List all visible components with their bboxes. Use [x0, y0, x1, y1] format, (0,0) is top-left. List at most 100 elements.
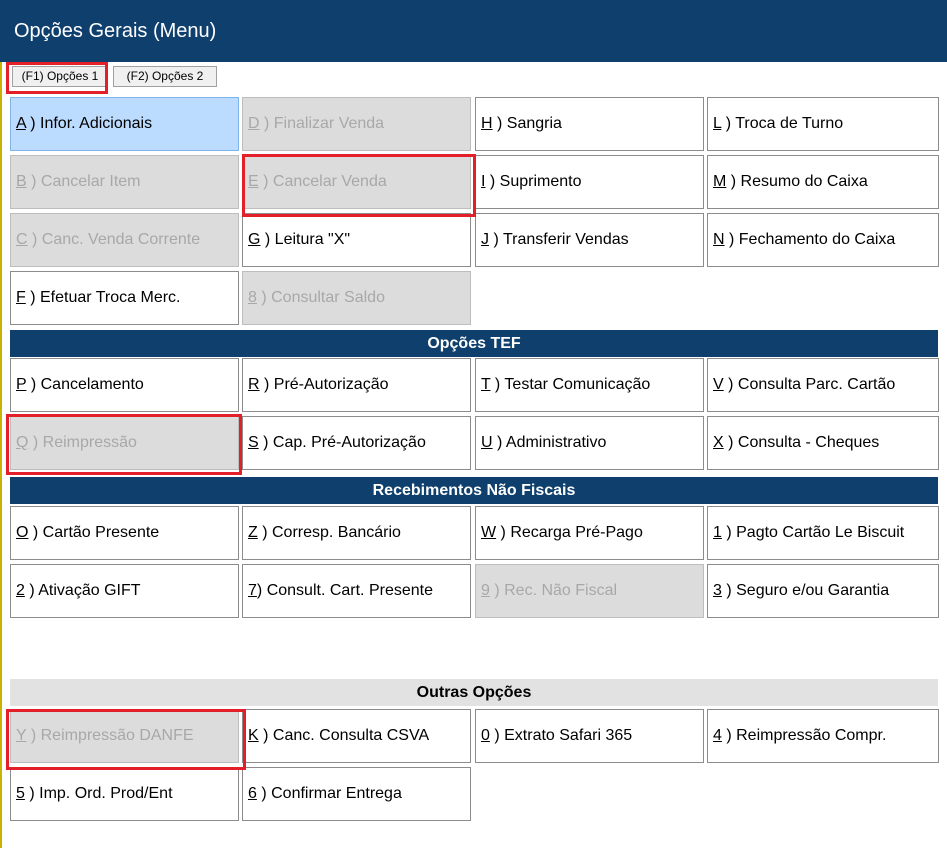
- menu-button-testar-comunicacao[interactable]: T ) Testar Comunicação: [475, 358, 704, 412]
- hotkey-label: 3: [713, 582, 722, 599]
- button-label: Imp. Ord. Prod/Ent: [39, 785, 173, 802]
- menu-button-consulta-cheques[interactable]: X ) Consulta - Cheques: [707, 416, 939, 470]
- menu-button-consultar-saldo[interactable]: 8 ) Consultar Saldo: [242, 271, 471, 325]
- hotkey-separator: ): [496, 524, 511, 541]
- button-label: Fechamento do Caixa: [738, 231, 896, 248]
- menu-button-extrato-safari-365[interactable]: 0 ) Extrato Safari 365: [475, 709, 704, 763]
- button-label: Consult. Cart. Presente: [266, 582, 433, 599]
- left-edge-strip: [0, 62, 2, 848]
- hotkey-separator: ): [26, 376, 41, 393]
- menu-button-pre-autorizacao[interactable]: R ) Pré-Autorização: [242, 358, 471, 412]
- button-label: Rec. Não Fiscal: [504, 582, 618, 599]
- menu-button-sangria[interactable]: H ) Sangria: [475, 97, 704, 151]
- hotkey-label: S: [248, 434, 259, 451]
- hotkey-label: C: [16, 231, 28, 248]
- hotkey-separator: ): [257, 524, 272, 541]
- hotkey-separator: ): [25, 115, 41, 132]
- tab-options-1[interactable]: (F1) Opções 1: [12, 66, 108, 87]
- hotkey-label: X: [713, 434, 724, 451]
- menu-button-finalizar-venda[interactable]: D ) Finalizar Venda: [242, 97, 471, 151]
- hotkey-label: 4: [713, 727, 722, 744]
- hotkey-separator: ): [258, 173, 273, 190]
- button-label: Cancelar Venda: [272, 173, 387, 190]
- menu-button-transferir-vendas[interactable]: J ) Transferir Vendas: [475, 213, 704, 267]
- hotkey-label: 5: [16, 785, 25, 802]
- button-label: Finalizar Venda: [273, 115, 385, 132]
- button-label: Canc. Consulta CSVA: [272, 727, 430, 744]
- hotkey-label: U: [481, 434, 493, 451]
- section-header-nonfiscal: Recebimentos Não Fiscais: [10, 477, 938, 504]
- menu-button-fechamento-do-caixa[interactable]: N ) Fechamento do Caixa: [707, 213, 939, 267]
- menu-button-recarga-pre-pago[interactable]: W ) Recarga Pré-Pago: [475, 506, 704, 560]
- hotkey-label: V: [713, 376, 724, 393]
- button-label: Consulta Parc. Cartão: [737, 376, 896, 393]
- hotkey-separator: ): [721, 582, 737, 599]
- hotkey-label: E: [248, 173, 259, 190]
- tab-options-2[interactable]: (F2) Opções 2: [113, 66, 217, 87]
- hotkey-separator: ): [492, 115, 507, 132]
- hotkey-label: N: [713, 231, 725, 248]
- menu-button-corresp-bancario[interactable]: Z ) Corresp. Bancário: [242, 506, 471, 560]
- hotkey-separator: ): [724, 231, 739, 248]
- button-label: Cartão Presente: [42, 524, 160, 541]
- menu-button-imp-ord-prod-ent[interactable]: 5 ) Imp. Ord. Prod/Ent: [10, 767, 239, 821]
- menu-button-cartao-presente[interactable]: O ) Cartão Presente: [10, 506, 239, 560]
- button-label: Reimpressão DANFE: [40, 727, 194, 744]
- hotkey-separator: ): [721, 727, 737, 744]
- button-label: Suprimento: [499, 173, 582, 190]
- menu-button-canc-venda-corrente[interactable]: C ) Canc. Venda Corrente: [10, 213, 239, 267]
- button-label: Cancelar Item: [40, 173, 141, 190]
- menu-button-infor-adicionais[interactable]: A ) Infor. Adicionais: [10, 97, 239, 151]
- menu-button-pagto-cartao-le-biscuit[interactable]: 1 ) Pagto Cartão Le Biscuit: [707, 506, 939, 560]
- button-label: Recarga Pré-Pago: [510, 524, 643, 541]
- hotkey-separator: ): [258, 727, 273, 744]
- hotkey-separator: ): [492, 434, 506, 451]
- hotkey-label: B: [16, 173, 27, 190]
- hotkey-separator: ): [24, 582, 39, 599]
- menu-button-ativacao-gift[interactable]: 2 ) Ativação GIFT: [10, 564, 239, 618]
- hotkey-label: F: [16, 289, 26, 306]
- menu-button-confirmar-entrega[interactable]: 6 ) Confirmar Entrega: [242, 767, 471, 821]
- menu-button-consult-cart-presente[interactable]: 7) Consult. Cart. Presente: [242, 564, 471, 618]
- button-label: Consulta - Cheques: [737, 434, 880, 451]
- hotkey-label: H: [481, 115, 493, 132]
- menu-button-cap-pre-autorizacao[interactable]: S ) Cap. Pré-Autorização: [242, 416, 471, 470]
- button-label: Confirmar Entrega: [271, 785, 402, 802]
- menu-button-reimpressao-danfe[interactable]: Y ) Reimpressão DANFE: [10, 709, 239, 763]
- menu-button-cancelar-item[interactable]: B ) Cancelar Item: [10, 155, 239, 209]
- menu-button-cancelamento[interactable]: P ) Cancelamento: [10, 358, 239, 412]
- menu-button-suprimento[interactable]: I ) Suprimento: [475, 155, 704, 209]
- menu-button-canc-consulta-csva[interactable]: K ) Canc. Consulta CSVA: [242, 709, 471, 763]
- menu-button-resumo-do-caixa[interactable]: M ) Resumo do Caixa: [707, 155, 939, 209]
- hotkey-separator: ): [25, 289, 40, 306]
- hotkey-separator: ): [256, 582, 267, 599]
- button-label: Troca de Turno: [735, 115, 844, 132]
- button-label: Cap. Pré-Autorização: [272, 434, 426, 451]
- button-label: Cancelamento: [40, 376, 144, 393]
- menu-button-efetuar-troca-merc[interactable]: F ) Efetuar Troca Merc.: [10, 271, 239, 325]
- hotkey-label: G: [248, 231, 261, 248]
- hotkey-separator: ): [489, 231, 503, 248]
- hotkey-separator: ): [721, 115, 736, 132]
- menu-button-reimpressao[interactable]: Q ) Reimpressão: [10, 416, 239, 470]
- hotkey-label: 8: [248, 289, 257, 306]
- button-label: Sangria: [506, 115, 562, 132]
- button-label: Testar Comunicação: [504, 376, 651, 393]
- menu-button-rec-nao-fiscal[interactable]: 9 ) Rec. Não Fiscal: [475, 564, 704, 618]
- hotkey-label: R: [248, 376, 260, 393]
- hotkey-separator: ): [721, 524, 737, 541]
- hotkey-label: O: [16, 524, 29, 541]
- menu-button-cancelar-venda[interactable]: E ) Cancelar Venda: [242, 155, 471, 209]
- hotkey-label: 2: [16, 582, 25, 599]
- button-label: Resumo do Caixa: [740, 173, 868, 190]
- menu-button-reimpressao-compr[interactable]: 4 ) Reimpressão Compr.: [707, 709, 939, 763]
- hotkey-separator: ): [26, 727, 41, 744]
- menu-button-troca-de-turno[interactable]: L ) Troca de Turno: [707, 97, 939, 151]
- menu-button-leitura-x[interactable]: G ) Leitura "X": [242, 213, 471, 267]
- menu-button-administrativo[interactable]: U ) Administrativo: [475, 416, 704, 470]
- hotkey-separator: ): [490, 376, 505, 393]
- button-label: Extrato Safari 365: [504, 727, 633, 744]
- menu-button-consulta-parc-cartao[interactable]: V ) Consulta Parc. Cartão: [707, 358, 939, 412]
- menu-button-seguro-e-ou-garantia[interactable]: 3 ) Seguro e/ou Garantia: [707, 564, 939, 618]
- hotkey-label: Y: [16, 727, 27, 744]
